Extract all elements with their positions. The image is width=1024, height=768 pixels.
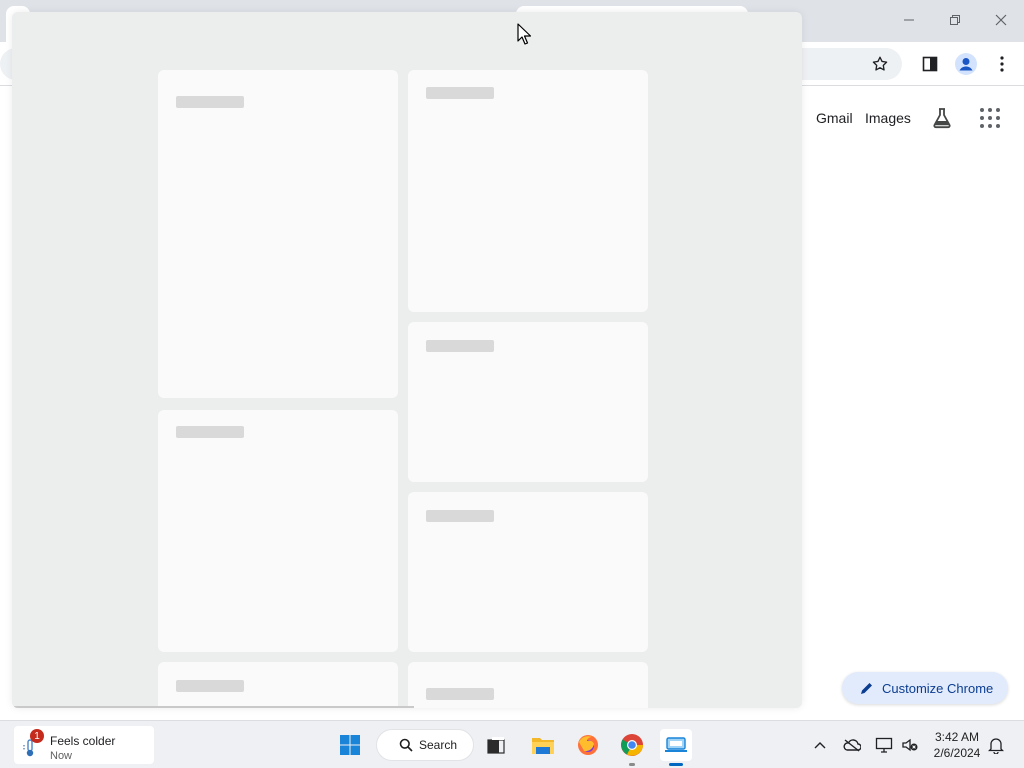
- loading-card: [408, 322, 648, 482]
- notification-bell-icon: [988, 738, 1004, 754]
- widgets-overlay-panel: [12, 12, 802, 708]
- active-app-icon: [665, 737, 687, 752]
- file-explorer-button[interactable]: [527, 729, 559, 761]
- search-icon: [399, 738, 413, 752]
- start-button[interactable]: [334, 729, 366, 761]
- chrome-menu-button[interactable]: [990, 52, 1014, 76]
- task-view-icon: [487, 737, 505, 754]
- volume-tray-button[interactable]: [900, 735, 920, 755]
- loading-placeholder: [426, 510, 494, 522]
- mouse-cursor-icon: [517, 23, 531, 45]
- network-tray-button[interactable]: [874, 735, 894, 755]
- restore-icon: [950, 15, 960, 25]
- loading-card: [158, 410, 398, 652]
- weather-subtitle: Now: [50, 750, 73, 762]
- bookmark-star-button[interactable]: [868, 52, 892, 76]
- apps-grid-icon[interactable]: [980, 108, 1000, 128]
- loading-card: [408, 70, 648, 312]
- gmail-link[interactable]: Gmail: [816, 110, 853, 126]
- show-hidden-icons-button[interactable]: [810, 735, 830, 755]
- task-view-button[interactable]: [480, 729, 512, 761]
- search-label: Search: [419, 738, 458, 752]
- side-panel-button[interactable]: [918, 52, 942, 76]
- close-icon: [995, 14, 1007, 26]
- windows-taskbar: 1 Feels colder Now Search 3:42 AM 2/6/20…: [0, 720, 1024, 768]
- loading-card: [408, 492, 648, 652]
- firefox-button[interactable]: [572, 729, 604, 761]
- weather-title: Feels colder: [50, 734, 116, 748]
- star-icon: [872, 56, 888, 71]
- active-indicator: [669, 763, 683, 766]
- customize-chrome-label: Customize Chrome: [882, 680, 994, 696]
- loading-placeholder: [176, 96, 244, 108]
- images-link[interactable]: Images: [865, 110, 911, 126]
- loading-card: [408, 662, 648, 708]
- menu-icon: [1000, 56, 1004, 72]
- chrome-taskbar-button[interactable]: [616, 729, 648, 766]
- loading-placeholder: [176, 426, 244, 438]
- minimize-icon: [904, 19, 914, 21]
- profile-button[interactable]: [954, 52, 978, 76]
- loading-placeholder: [176, 680, 244, 692]
- chrome-icon: [621, 734, 643, 756]
- clock[interactable]: 3:42 AM 2/6/2024: [926, 729, 988, 761]
- onedrive-tray-button[interactable]: [842, 735, 862, 755]
- side-panel-icon: [922, 56, 938, 72]
- overlay-scrollbar[interactable]: [14, 706, 414, 708]
- clock-date: 2/6/2024: [933, 746, 981, 760]
- file-explorer-icon: [532, 738, 554, 754]
- onedrive-icon: [843, 739, 861, 752]
- loading-card: [158, 70, 398, 398]
- profile-icon: [955, 53, 977, 75]
- active-app-button[interactable]: [660, 729, 692, 766]
- labs-flask-icon[interactable]: [930, 106, 954, 130]
- close-button[interactable]: [986, 8, 1016, 32]
- weather-widget[interactable]: 1 Feels colder Now: [14, 726, 154, 764]
- taskbar-search[interactable]: Search: [376, 729, 474, 761]
- network-icon: [875, 737, 893, 753]
- chevron-up-icon: [814, 742, 826, 749]
- clock-time: 3:42 AM: [934, 730, 980, 744]
- loading-placeholder: [426, 688, 494, 700]
- loading-placeholder: [426, 340, 494, 352]
- customize-chrome-button[interactable]: Customize Chrome: [842, 672, 1008, 704]
- notifications-button[interactable]: [986, 735, 1006, 755]
- minimize-button[interactable]: [894, 8, 924, 32]
- firefox-icon: [578, 735, 598, 755]
- pencil-icon: [861, 683, 872, 694]
- restore-button[interactable]: [940, 8, 970, 32]
- volume-muted-icon: [902, 738, 918, 752]
- loading-card: [158, 662, 398, 708]
- loading-placeholder: [426, 87, 494, 99]
- start-icon: [340, 735, 360, 755]
- running-indicator: [629, 763, 635, 766]
- notification-badge: 1: [30, 729, 44, 743]
